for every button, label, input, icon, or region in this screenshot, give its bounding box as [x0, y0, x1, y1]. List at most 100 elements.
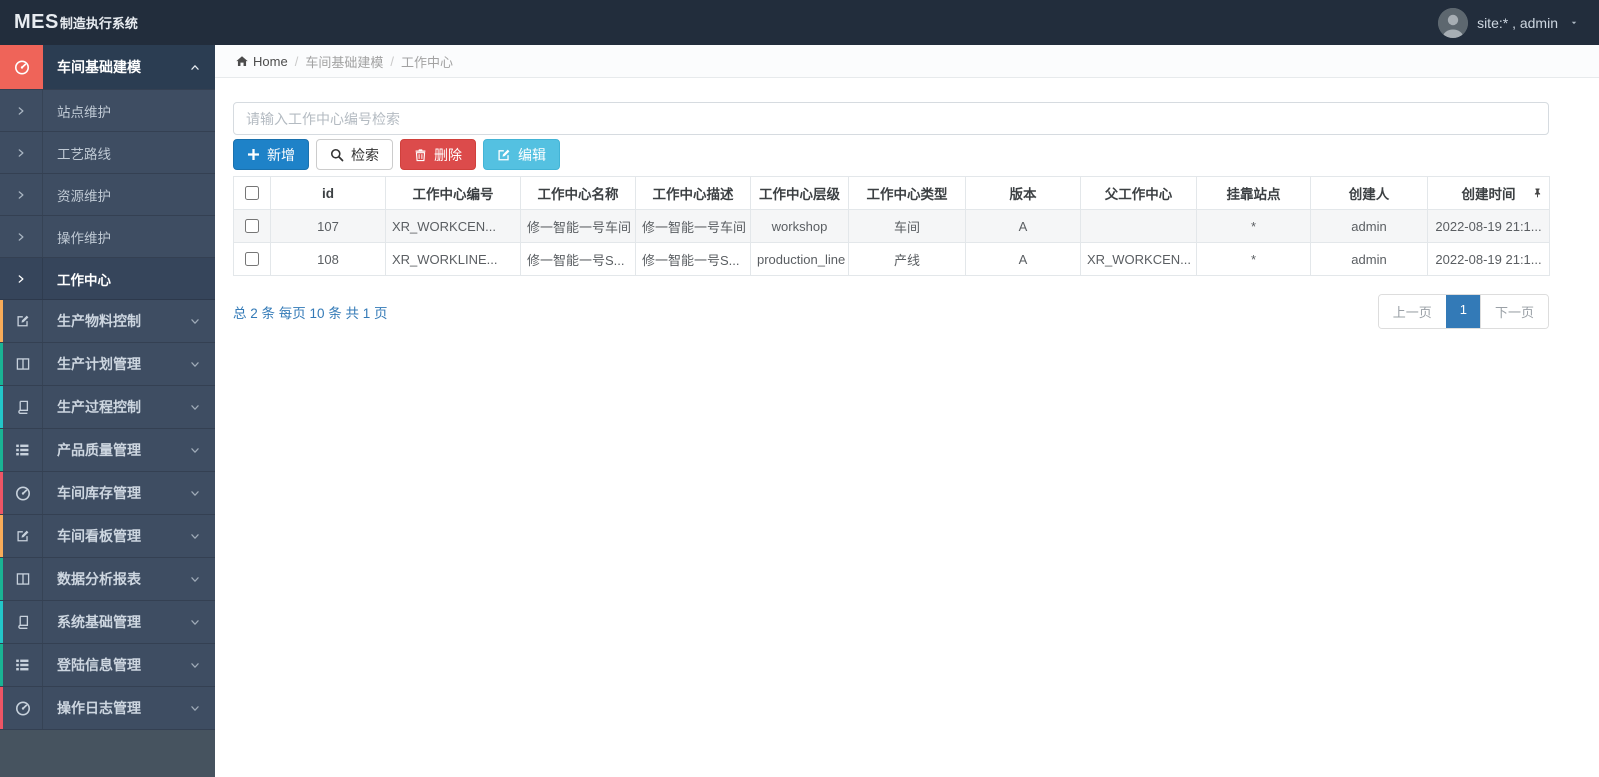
dashboard-icon — [0, 45, 43, 89]
sidebar-item[interactable]: 车间看板管理 — [0, 515, 215, 558]
breadcrumb-separator: / — [390, 53, 394, 69]
sidebar-nav: 车间基础建模 站点维护工艺路线资源维护操作维护工作中心 生产物料控制生产计划管理… — [0, 45, 215, 777]
sidebar-subitem[interactable]: 资源维护 — [0, 174, 215, 216]
row-checkbox[interactable] — [245, 219, 259, 233]
sidebar-item[interactable]: 产品质量管理 — [0, 429, 215, 472]
sidebar-subitem-label: 操作维护 — [57, 230, 111, 246]
row-select-cell — [233, 209, 271, 243]
sidebar-menu-items: 生产物料控制生产计划管理 生产过程控制产品质量管理车间库存管理车间看板管理 数据分析… — [0, 300, 215, 730]
action-toolbar: 新增 检索 删除 编辑 — [233, 139, 1549, 170]
chevron-down-icon — [189, 532, 201, 541]
user-dropdown-toggle[interactable]: site:* , admin — [1438, 7, 1579, 38]
edit-icon — [16, 529, 30, 543]
table-cell: workshop — [750, 209, 849, 243]
sidebar-subitem[interactable]: 站点维护 — [0, 90, 215, 132]
breadcrumb-item-current: 工作中心 — [400, 54, 453, 70]
chevron-down-icon — [189, 403, 201, 412]
sidebar-item[interactable]: 车间库存管理 — [0, 472, 215, 515]
chevron-down-icon — [189, 704, 201, 713]
add-button[interactable]: 新增 — [233, 139, 309, 170]
table-cell: 2022-08-19 21:1... — [1427, 209, 1550, 243]
page-1-button[interactable]: 1 — [1445, 295, 1480, 328]
dashboard-icon — [15, 700, 31, 716]
list-icon — [15, 443, 30, 457]
sidebar-item-label: 车间基础建模 — [43, 45, 189, 89]
pager: 上一页 1 下一页 — [1377, 294, 1549, 329]
table-cell: 修一智能一号车间 — [520, 209, 636, 243]
sidebar-subitem[interactable]: 工艺路线 — [0, 132, 215, 174]
table-header-row: id 工作中心编号 工作中心名称 工作中心描述 工作中心层级 工作中心类型 版本 父工作中心挂… — [233, 176, 1550, 210]
edit-icon — [16, 314, 30, 328]
breadcrumb-home-link[interactable]: Home — [235, 54, 288, 69]
table-cell: 修一智能一号车间 — [635, 209, 751, 243]
table-row[interactable]: 107 XR_WORKCEN... 修一智能一号车间 修一智能一号车间 workshop… — [233, 209, 1550, 243]
sidebar-subitem[interactable]: 工作中心 — [0, 258, 215, 300]
row-checkbox[interactable] — [245, 252, 259, 266]
button-label: 删除 — [434, 146, 462, 163]
column-header: 父工作中心 — [1080, 176, 1197, 210]
row-select-cell — [233, 242, 271, 276]
pagination-summary: 总 2 条 每页 10 条 共 1 页 — [233, 305, 388, 321]
chevron-down-icon — [189, 317, 201, 326]
chevron-right-icon — [17, 105, 26, 117]
breadcrumb-home-label: Home — [253, 53, 288, 69]
prev-page-button[interactable]: 上一页 — [1378, 295, 1446, 328]
next-page-button[interactable]: 下一页 — [1479, 295, 1548, 328]
home-icon — [235, 55, 249, 68]
user-avatar — [1438, 7, 1469, 38]
table-cell — [1080, 209, 1197, 243]
sidebar-item-label: 生产物料控制 — [57, 313, 141, 329]
sidebar-subitem-label: 工艺路线 — [57, 146, 111, 162]
breadcrumb-item-parent: 车间基础建模 — [305, 54, 384, 70]
column-header: 挂靠站点 — [1196, 176, 1311, 210]
sidebar-item[interactable]: 数据分析报表 — [0, 558, 215, 601]
table-cell: 车间 — [848, 209, 966, 243]
plus-icon — [247, 148, 260, 161]
search-button[interactable]: 检索 — [316, 139, 393, 170]
list-icon — [15, 658, 30, 672]
column-header: id — [270, 176, 386, 210]
sidebar-item[interactable]: 生产计划管理 — [0, 343, 215, 386]
sidebar-subitem-label: 资源维护 — [57, 188, 111, 204]
column-header: 工作中心编号 — [385, 176, 521, 210]
dashboard-icon — [15, 485, 31, 501]
search-input[interactable] — [233, 102, 1549, 135]
table-row[interactable]: 108 XR_WORKLINE... 修一智能一号S... 修一智能一号S... pro… — [233, 242, 1550, 276]
sidebar-submenu: 站点维护工艺路线资源维护操作维护工作中心 — [0, 90, 215, 300]
table-cell: admin — [1310, 242, 1428, 276]
column-header: 版本 — [965, 176, 1081, 210]
chevron-right-icon — [17, 231, 26, 243]
sidebar-item[interactable]: 生产过程控制 — [0, 386, 215, 429]
table-cell: 修一智能一号S... — [520, 242, 636, 276]
chevron-right-icon — [17, 147, 26, 159]
chevron-down-icon — [189, 360, 201, 369]
sidebar-item[interactable]: 生产物料控制 — [0, 300, 215, 343]
sidebar-item[interactable]: 登陆信息管理 — [0, 644, 215, 687]
pin-icon[interactable] — [1532, 187, 1543, 200]
table-cell: 107 — [270, 209, 386, 243]
column-header: 工作中心层级 — [750, 176, 849, 210]
table-cell: A — [965, 242, 1081, 276]
sidebar-item-label: 产品质量管理 — [57, 442, 141, 458]
delete-button[interactable]: 删除 — [400, 139, 476, 170]
top-navbar: MES 制造执行系统 site:* , admin — [0, 0, 1599, 45]
sidebar-item-workshop-modeling[interactable]: 车间基础建模 — [0, 45, 215, 90]
sidebar-item[interactable]: 系统基础管理 — [0, 601, 215, 644]
sidebar-item-label: 车间看板管理 — [57, 528, 141, 544]
user-site-label: site:* , admin — [1477, 14, 1558, 31]
chevron-right-icon — [17, 273, 26, 285]
chevron-down-icon — [189, 489, 201, 498]
edit-button[interactable]: 编辑 — [483, 139, 560, 170]
column-header: 工作中心描述 — [635, 176, 751, 210]
sidebar-subitem-label: 工作中心 — [57, 272, 111, 288]
button-label: 检索 — [351, 146, 379, 163]
sidebar-item[interactable]: 操作日志管理 — [0, 687, 215, 730]
table-cell: A — [965, 209, 1081, 243]
select-all-checkbox[interactable] — [245, 186, 259, 200]
sidebar-subitem[interactable]: 操作维护 — [0, 216, 215, 258]
chevron-down-icon — [189, 575, 201, 584]
main-content: Home / 车间基础建模 / 工作中心 新增检索删除编辑 id工作中心编号工作… — [215, 45, 1599, 777]
sidebar-item-label: 数据分析报表 — [57, 571, 141, 587]
chevron-down-icon — [189, 446, 201, 455]
column-header: 工作中心类型 — [848, 176, 966, 210]
